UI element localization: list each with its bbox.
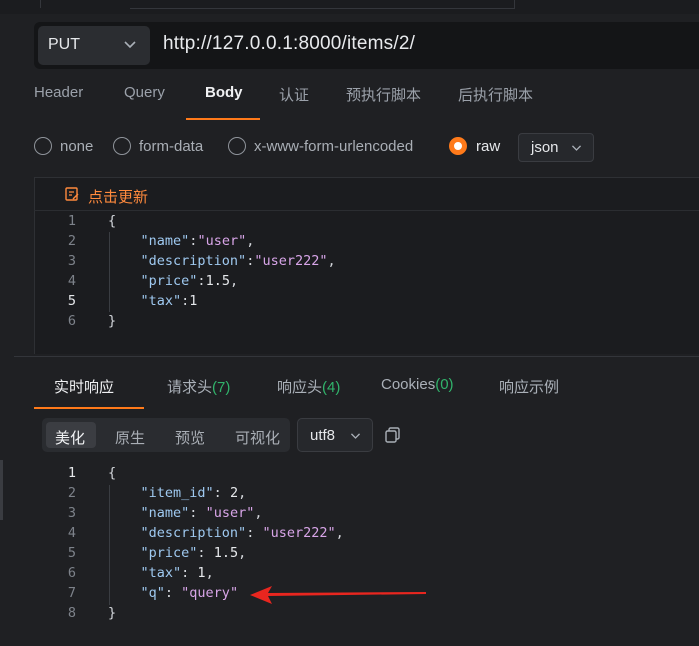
method-label: PUT	[48, 36, 80, 53]
code-line: "description":"user222",	[140, 253, 336, 269]
tab-response-example[interactable]: 响应示例	[499, 376, 559, 397]
section-divider	[14, 356, 699, 357]
annotation-arrow	[250, 586, 426, 604]
line-number: 4	[67, 525, 76, 541]
radio-form-data-label[interactable]: form-data	[139, 138, 203, 155]
editor-separator	[34, 210, 699, 211]
code-line: "name": "user",	[140, 505, 263, 521]
radio-none[interactable]	[34, 137, 52, 155]
line-number: 5	[67, 545, 76, 561]
code-line: "price": 1.5,	[140, 545, 247, 561]
code-line: "q": "query"	[140, 585, 239, 601]
tab-body[interactable]: Body	[205, 84, 243, 101]
code-line: {	[108, 465, 117, 481]
copy-icon[interactable]	[384, 426, 402, 444]
tab-response-headers[interactable]: 响应头(4)	[277, 376, 340, 397]
indent-guide	[109, 232, 110, 312]
chevron-down-icon	[571, 145, 582, 151]
tab-request-headers[interactable]: 请求头(7)	[167, 376, 230, 397]
radio-urlencoded-label[interactable]: x-www-form-urlencoded	[254, 138, 413, 155]
code-line: }	[108, 605, 117, 621]
code-line: "tax":1	[140, 293, 198, 309]
chevron-down-icon	[124, 41, 136, 49]
line-number: 6	[67, 313, 76, 329]
active-tab-underline	[186, 118, 260, 120]
line-number: 2	[67, 485, 76, 501]
url-input[interactable]: http://127.0.0.1:8000/items/2/	[163, 33, 415, 55]
tab-edge	[130, 0, 515, 9]
method-select[interactable]: PUT	[38, 26, 150, 65]
encoding-label: utf8	[310, 427, 336, 444]
resize-handle[interactable]	[0, 460, 3, 520]
code-line: "name":"user",	[140, 233, 255, 249]
line-number: 1	[67, 465, 76, 481]
line-number: 4	[67, 273, 76, 289]
code-line: "description": "user222",	[140, 525, 344, 541]
line-number: 1	[67, 213, 76, 229]
code-line: }	[108, 313, 117, 329]
tab-query[interactable]: Query	[124, 84, 165, 101]
line-number: 6	[67, 565, 76, 581]
line-number: 5	[67, 293, 76, 309]
line-number: 3	[67, 253, 76, 269]
radio-urlencoded[interactable]	[228, 137, 246, 155]
code-line: "item_id": 2,	[140, 485, 247, 501]
view-raw[interactable]: 原生	[115, 427, 145, 448]
tab-header[interactable]: Header	[34, 84, 83, 101]
active-response-tab-underline	[34, 407, 144, 409]
code-line: {	[108, 213, 117, 229]
tab-separator	[40, 0, 41, 8]
code-line: "tax": 1,	[140, 565, 214, 581]
edit-doc-icon	[65, 187, 79, 201]
refresh-label: 点击更新	[88, 189, 149, 206]
view-visualize[interactable]: 可视化	[235, 427, 280, 448]
line-number: 2	[67, 233, 76, 249]
line-number: 3	[67, 505, 76, 521]
tab-pre-script[interactable]: 预执行脚本	[346, 84, 421, 105]
indent-guide	[109, 485, 110, 605]
radio-raw-label[interactable]: raw	[476, 138, 500, 155]
tab-live-response[interactable]: 实时响应	[54, 376, 114, 397]
code-line: "price":1.5,	[140, 273, 239, 289]
encoding-select[interactable]: utf8	[297, 418, 373, 452]
body-format-label: json	[531, 139, 559, 156]
radio-form-data[interactable]	[113, 137, 131, 155]
chevron-down-icon	[350, 433, 361, 439]
request-tabs: Header Query Body 认证 预执行脚本 后执行脚本	[0, 78, 699, 120]
top-tab-strip	[0, 0, 699, 14]
tab-cookies[interactable]: Cookies(0)	[381, 376, 454, 393]
line-number: 7	[67, 585, 76, 601]
tab-post-script[interactable]: 后执行脚本	[458, 84, 533, 105]
view-preview[interactable]: 预览	[175, 427, 205, 448]
tab-auth[interactable]: 认证	[279, 84, 309, 105]
radio-none-label[interactable]: none	[60, 138, 93, 155]
body-format-select[interactable]: json	[518, 133, 594, 162]
line-number: 8	[67, 605, 76, 621]
radio-raw[interactable]	[449, 137, 467, 155]
view-pretty[interactable]: 美化	[55, 427, 85, 448]
